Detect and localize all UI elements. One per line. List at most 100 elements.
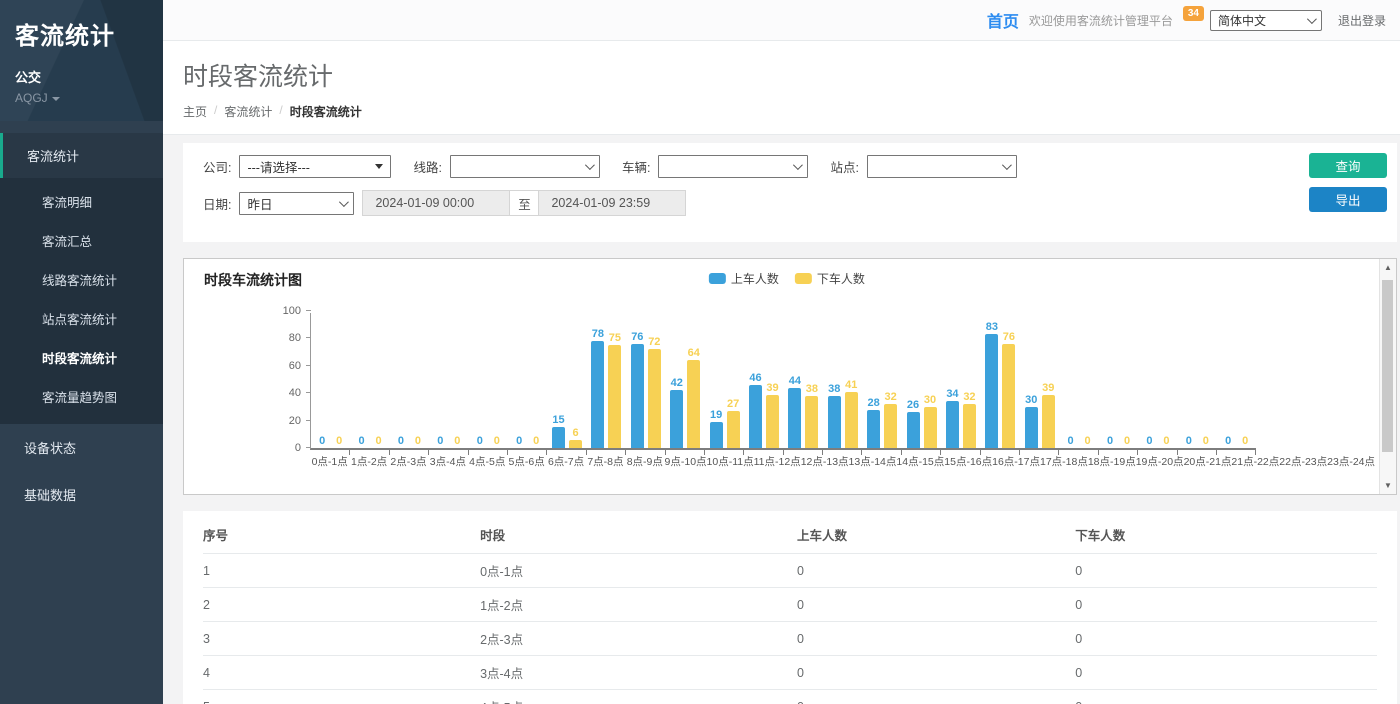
scrollbar-thumb[interactable]: [1382, 280, 1393, 452]
legend-swatch-alighting: [795, 273, 812, 284]
bar-value-label: 0: [1163, 435, 1169, 447]
company-select[interactable]: ---请选择---: [239, 155, 391, 178]
bar-value-label: 0: [533, 435, 539, 447]
x-axis-category-label: 9点-10点: [665, 454, 707, 469]
language-select[interactable]: 简体中文: [1210, 10, 1322, 31]
x-axis-category-label: 21点-22点: [1231, 454, 1279, 469]
chart-x-axis-labels: 0点-1点1点-2点2点-3点3点-4点4点-5点5点-6点6点-7点7点-8点…: [310, 454, 1256, 469]
breadcrumb-passenger-stats[interactable]: 客流统计: [224, 103, 272, 120]
breadcrumb-home[interactable]: 主页: [183, 103, 207, 120]
sidebar-subitem[interactable]: 线路客流统计: [0, 260, 163, 299]
bar-group: 2630: [902, 311, 941, 448]
bar-value-label: 0: [398, 435, 404, 447]
bar: 78: [591, 341, 604, 448]
x-axis-category-label: 7点-8点: [586, 454, 625, 469]
bar-value-label: 39: [766, 382, 778, 394]
sidebar-subitem[interactable]: 时段客流统计: [0, 338, 163, 377]
account-name: AQGJ: [15, 91, 48, 105]
vehicle-label: 车辆:: [622, 157, 650, 176]
bar: 32: [963, 404, 976, 448]
table-row: 43点-4点00: [203, 656, 1377, 690]
date-end-input[interactable]: 2024-01-09 23:59: [538, 190, 686, 216]
legend-swatch-boarding: [709, 273, 726, 284]
main-area: 首页 欢迎使用客流统计管理平台 34 简体中文 退出登录 时段客流统计 主页 /…: [163, 0, 1400, 704]
vehicle-select[interactable]: [658, 155, 808, 178]
bar-value-label: 0: [437, 435, 443, 447]
bar-value-label: 76: [1003, 331, 1015, 343]
table-cell: 5: [203, 690, 480, 704]
bar-group: 1927: [705, 311, 744, 448]
table-cell: 0: [797, 622, 1075, 656]
bar: 19: [710, 422, 723, 448]
export-button[interactable]: 导出: [1309, 187, 1387, 212]
x-axis-category-label: 4点-5点: [468, 454, 507, 469]
home-link[interactable]: 首页: [987, 8, 1019, 32]
sidebar-subitem[interactable]: 客流汇总: [0, 221, 163, 260]
bar-group: 4639: [744, 311, 783, 448]
sidebar-subitem[interactable]: 站点客流统计: [0, 299, 163, 338]
sidebar-submenu: 客流明细客流汇总线路客流统计站点客流统计时段客流统计客流量趋势图: [0, 178, 163, 424]
scrollbar-down-arrow[interactable]: ▼: [1380, 477, 1396, 494]
line-select[interactable]: [450, 155, 600, 178]
x-axis-category-label: 18点-19点: [1088, 454, 1136, 469]
bar: 76: [1002, 344, 1015, 448]
chart-vertical-scrollbar: ▲ ▼: [1379, 259, 1396, 494]
scrollbar-up-arrow[interactable]: ▲: [1380, 259, 1396, 276]
bar-group: 00: [508, 311, 547, 448]
bar-group: 00: [1138, 311, 1177, 448]
bar: 34: [946, 401, 959, 448]
bar-value-label: 0: [1068, 435, 1074, 447]
logout-link[interactable]: 退出登录: [1338, 12, 1386, 29]
breadcrumb-separator: /: [279, 103, 282, 120]
chart-panel: 时段车流统计图 上车人数 下车人数 0204060801000000000000…: [183, 258, 1397, 495]
table-cell: 0: [797, 554, 1075, 588]
table-row: 21点-2点00: [203, 588, 1377, 622]
table-cell: 1点-2点: [480, 588, 797, 622]
legend-alighting[interactable]: 下车人数: [795, 270, 865, 287]
x-axis-category-label: 13点-14点: [849, 454, 897, 469]
sidebar-item-base-data[interactable]: 基础数据: [0, 471, 163, 518]
bar: 41: [845, 392, 858, 448]
date-range-select[interactable]: 昨日: [239, 192, 354, 215]
y-axis-tick-label: 100: [283, 305, 301, 317]
bar-value-label: 0: [1146, 435, 1152, 447]
bar: 64: [687, 360, 700, 448]
table-row: 10点-1点00: [203, 554, 1377, 588]
y-axis-tick-label: 60: [289, 360, 301, 372]
bar-group: 00: [429, 311, 468, 448]
bar-value-label: 27: [727, 398, 739, 410]
action-buttons: 查询 导出: [1309, 153, 1387, 212]
legend-boarding[interactable]: 上车人数: [709, 270, 779, 287]
sidebar-item-device-status[interactable]: 设备状态: [0, 424, 163, 471]
bar-value-label: 0: [1186, 435, 1192, 447]
bar-group: 3841: [823, 311, 862, 448]
sidebar-section-passenger-stats[interactable]: 客流统计: [0, 133, 163, 178]
date-start-input[interactable]: 2024-01-09 00:00: [362, 190, 510, 216]
account-dropdown[interactable]: AQGJ: [15, 91, 148, 105]
date-label: 日期:: [203, 194, 231, 213]
x-axis-category-label: 15点-16点: [944, 454, 992, 469]
bar-group: 00: [350, 311, 389, 448]
notification-badge[interactable]: 34: [1183, 6, 1204, 21]
sidebar-subitem[interactable]: 客流明细: [0, 182, 163, 221]
org-name: 公交: [15, 67, 148, 86]
bar-value-label: 42: [671, 377, 683, 389]
sidebar-subitem[interactable]: 客流量趋势图: [0, 377, 163, 416]
bar-group: 3432: [941, 311, 980, 448]
bar-group: 7875: [587, 311, 626, 448]
bar: 44: [788, 388, 801, 448]
chevron-down-icon: [1307, 14, 1317, 24]
bar-value-label: 34: [946, 388, 958, 400]
bar-value-label: 15: [552, 414, 564, 426]
sidebar: 客流统计 公交 AQGJ 客流统计 客流明细客流汇总线路客流统计站点客流统计时段…: [0, 0, 163, 704]
col-index: 序号: [203, 515, 480, 554]
query-button[interactable]: 查询: [1309, 153, 1387, 178]
station-select[interactable]: [867, 155, 1017, 178]
bar-value-label: 0: [336, 435, 342, 447]
bar-group: 00: [390, 311, 429, 448]
x-axis-category-label: 6点-7点: [546, 454, 585, 469]
bar-value-label: 0: [477, 435, 483, 447]
bar-group: 4438: [784, 311, 823, 448]
bar-group: 7672: [626, 311, 665, 448]
bar-value-label: 0: [1107, 435, 1113, 447]
